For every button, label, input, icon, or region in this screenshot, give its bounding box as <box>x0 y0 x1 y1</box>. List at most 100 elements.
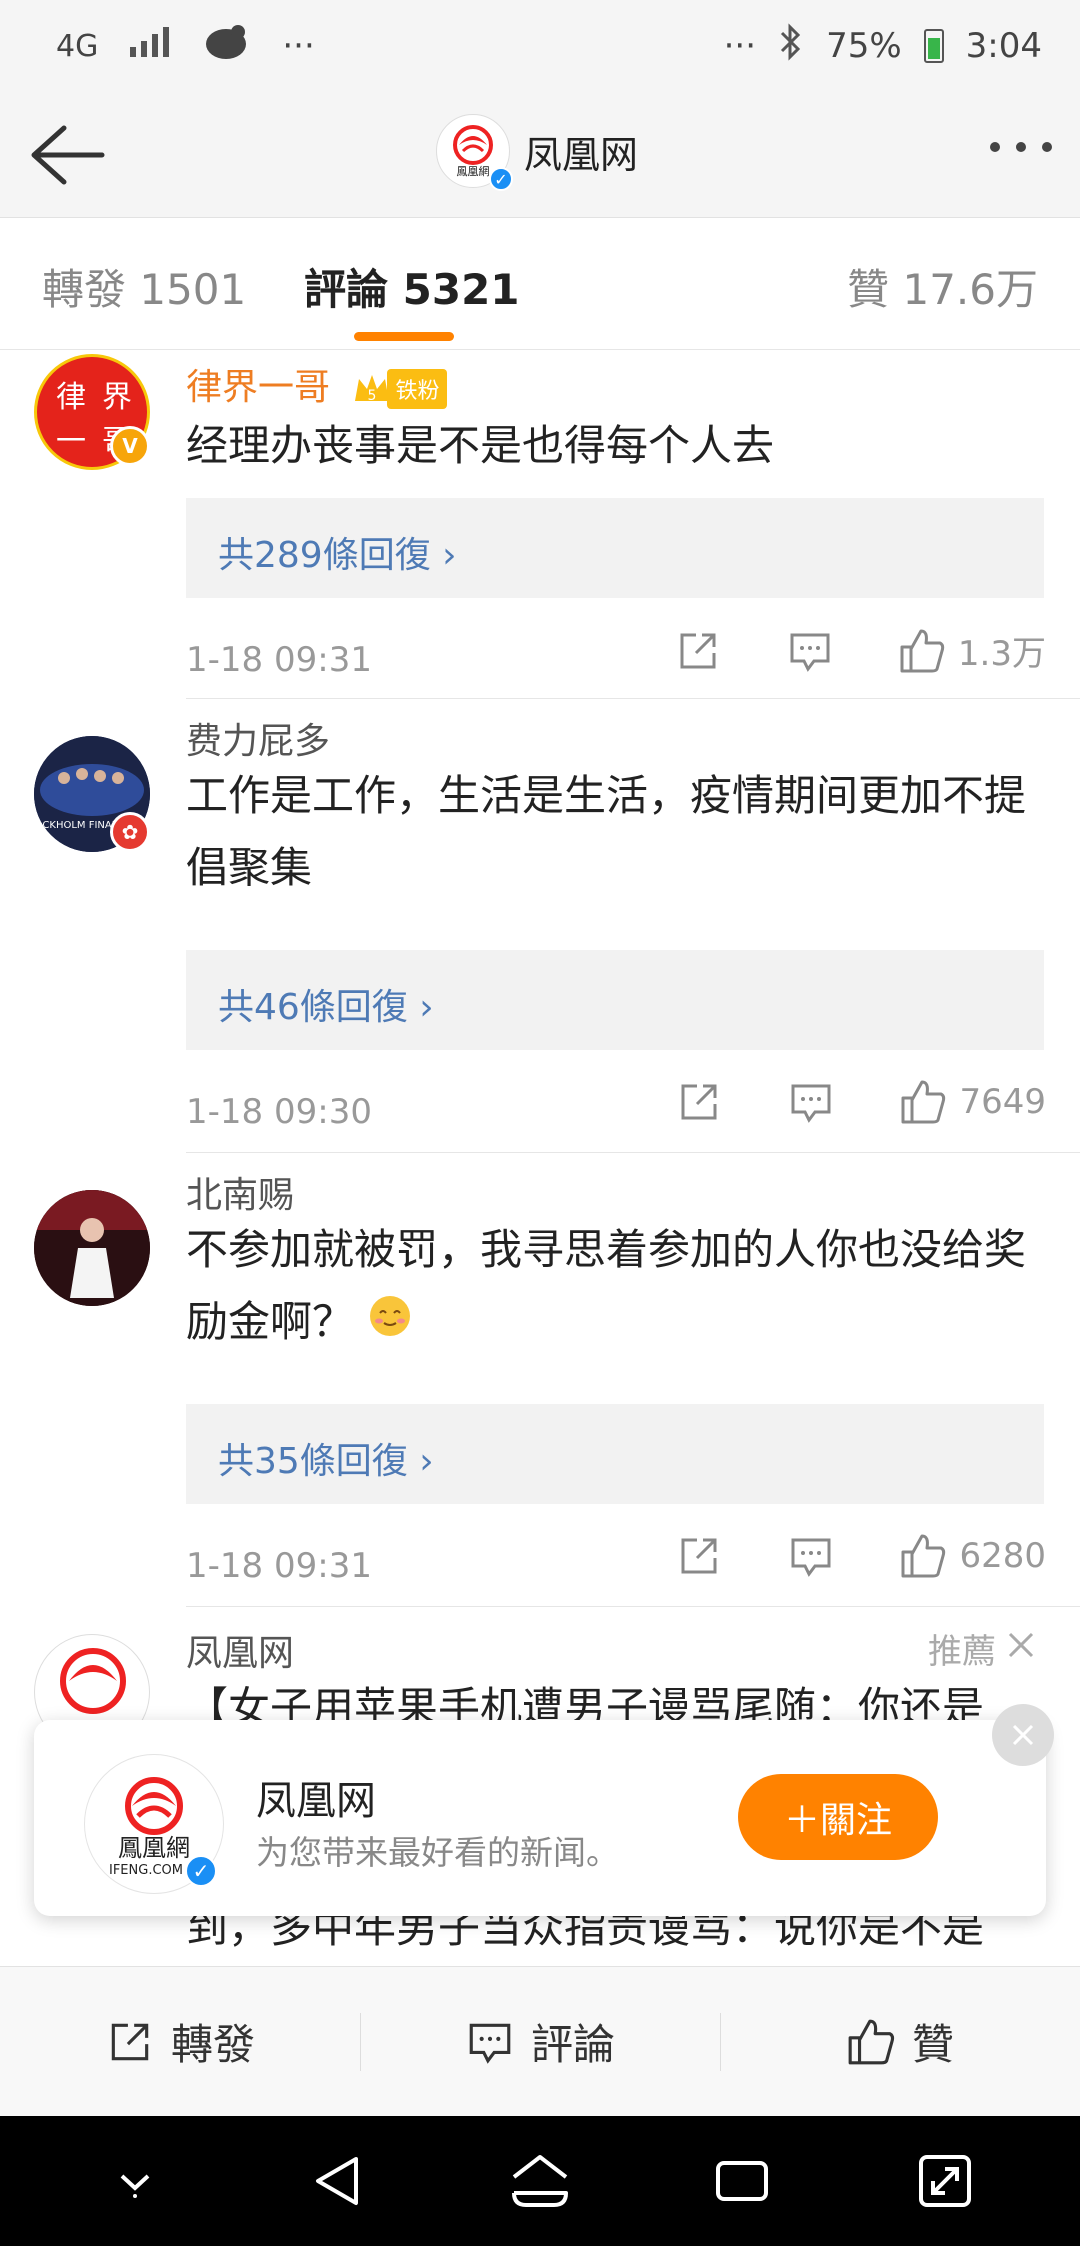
share-icon <box>680 633 716 668</box>
back-arrow-icon <box>31 125 105 185</box>
recommend-tag: 推薦 <box>928 1624 1036 1673</box>
divider <box>186 1152 1080 1153</box>
card-avatar[interactable]: 鳳凰網 IFENG.COM ✓ <box>84 1754 224 1894</box>
avatar-image <box>34 1190 150 1306</box>
like-count: 1.3万 <box>957 634 1046 674</box>
more-dot-icon <box>1042 142 1052 152</box>
nav-home-button[interactable] <box>500 2141 580 2221</box>
comment-time: 1-18 09:30 <box>186 1092 372 1132</box>
network-indicator: 4G <box>56 28 99 64</box>
like-label: 贊 <box>911 2020 954 2069</box>
card-close-button[interactable] <box>992 1704 1054 1766</box>
share-button[interactable] <box>675 1532 723 1580</box>
fan-badge: 5 铁粉 <box>351 369 448 409</box>
card-account-name: 凤凰网 <box>256 1778 376 1824</box>
comment-icon <box>469 2023 511 2064</box>
thumbs-up-icon <box>900 629 945 672</box>
battery-icon <box>923 29 944 63</box>
fan-badge-label: 铁粉 <box>387 369 448 409</box>
reply-button[interactable] <box>787 1078 835 1126</box>
bottom-action-bar: 轉發 評論 贊 <box>0 1966 1080 2116</box>
clock: 3:04 <box>965 26 1042 66</box>
replies-link[interactable]: 共35條回復 › <box>186 1404 1044 1504</box>
page-title: 凤凰网 <box>524 132 639 177</box>
comment-author[interactable]: 北南赐 <box>186 1166 294 1218</box>
more-dot-icon <box>990 142 1000 152</box>
nav-recents-button[interactable] <box>702 2141 782 2221</box>
reply-button[interactable] <box>786 627 834 675</box>
like-count: 7649 <box>959 1082 1046 1122</box>
verified-badge-icon: ✿ <box>110 812 150 852</box>
tab-comments[interactable]: 評論 5321 <box>304 256 520 317</box>
comment-author-row: 律界一哥 5 铁粉 <box>186 358 448 410</box>
like-button[interactable] <box>899 1078 947 1126</box>
verified-badge-icon: ✓ <box>489 167 513 191</box>
avatar[interactable] <box>34 1190 150 1306</box>
more-dot-icon <box>1016 142 1026 152</box>
bluetooth-icon <box>778 22 804 70</box>
comment-text: 不参加就被罚，我寻思着参加的人你也没给奖励金啊？ <box>186 1214 1046 1361</box>
like-count: 6280 <box>959 1536 1046 1576</box>
status-bar: 4G ··· ··· 75% 3:04 <box>0 0 1080 92</box>
home-icon <box>511 2155 568 2207</box>
comment-item: 律 界 一 哥 V 律界一哥 5 铁粉 经理办丧事是不是也得每个人去 共289條… <box>0 350 1080 700</box>
follow-suggestion-card: 鳳凰網 IFENG.COM ✓ 凤凰网 为您带来最好看的新闻。 ＋關注 <box>34 1704 1054 1916</box>
thumbs-up-icon <box>901 1534 946 1578</box>
back-button[interactable] <box>26 120 106 190</box>
tab-likes[interactable]: 贊 17.6万 <box>847 256 1038 317</box>
like-button[interactable] <box>898 627 946 675</box>
tab-reposts[interactable]: 轉發 1501 <box>42 256 246 317</box>
app-notification-icon <box>202 22 252 71</box>
repost-button[interactable]: 轉發 <box>0 1967 360 2116</box>
title-bar: 鳳凰網 ✓ 凤凰网 <box>0 92 1080 218</box>
post-author[interactable]: 凤凰网 <box>186 1624 294 1676</box>
comment-text: 工作是工作，生活是生活，疫情期间更加不提倡聚集 <box>186 771 1027 892</box>
like-button[interactable] <box>899 1532 947 1580</box>
more-notifications-indicator: ··· <box>282 26 315 66</box>
share-button[interactable] <box>674 627 722 675</box>
comment-time: 1-18 09:31 <box>186 1546 372 1586</box>
account-avatar[interactable]: 鳳凰網 ✓ <box>436 114 513 191</box>
like-button[interactable]: 贊 <box>720 1967 1080 2116</box>
comment-author[interactable]: 费力屁多 <box>186 712 330 764</box>
repost-label: 轉發 <box>170 2020 255 2069</box>
svg-text:一: 一 <box>56 424 86 459</box>
more-options-button[interactable] <box>990 142 1052 152</box>
more-status-indicator: ··· <box>723 26 757 66</box>
thumbs-up-icon <box>901 1080 946 1124</box>
fullscreen-toggle-button[interactable] <box>905 2141 985 2221</box>
comment-label: 評論 <box>530 2020 615 2069</box>
vip-badge-icon: V <box>110 426 150 466</box>
comment-button[interactable]: 評論 <box>360 1967 720 2116</box>
close-icon <box>1008 1632 1034 1657</box>
dismiss-recommend-button[interactable] <box>1006 1629 1036 1669</box>
share-button[interactable] <box>675 1078 723 1126</box>
verified-badge-icon: ✓ <box>185 1855 217 1887</box>
divider <box>186 698 1080 699</box>
active-tab-indicator <box>354 332 454 341</box>
svg-text:IFENG.COM: IFENG.COM <box>109 1863 183 1878</box>
close-icon <box>1012 1724 1034 1746</box>
nav-back-button[interactable] <box>298 2141 378 2221</box>
share-icon <box>681 1538 717 1574</box>
reply-button[interactable] <box>787 1532 835 1580</box>
divider <box>186 1606 1080 1607</box>
tab-bar: 轉發 1501 評論 5321 贊 17.6万 <box>0 218 1080 350</box>
back-triangle-icon <box>315 2157 358 2205</box>
share-icon <box>681 1084 717 1120</box>
recommend-label: 推薦 <box>928 1632 996 1672</box>
replies-link[interactable]: 共289條回復 › <box>186 498 1044 598</box>
comment-item: 北南赐 不参加就被罚，我寻思着参加的人你也没给奖励金啊？ 共35條回復 › 1-… <box>0 1156 1080 1608</box>
signal-icon <box>128 25 172 68</box>
hide-keyboard-button[interactable] <box>95 2141 175 2221</box>
svg-text:律: 律 <box>56 380 86 415</box>
comment-text: 经理办丧事是不是也得每个人去 <box>186 421 775 470</box>
svg-text:5: 5 <box>368 388 377 404</box>
share-icon <box>111 2023 149 2060</box>
replies-link[interactable]: 共46條回復 › <box>186 950 1044 1050</box>
comment-author[interactable]: 律界一哥 <box>186 367 330 408</box>
comment-icon <box>790 633 830 672</box>
chevron-down-icon <box>120 2174 150 2198</box>
follow-button[interactable]: ＋關注 <box>738 1774 938 1860</box>
comment-item: STOCKHOLM FINAL 2017 ✿ 费力屁多 工作是工作，生活是生活，… <box>0 702 1080 1154</box>
